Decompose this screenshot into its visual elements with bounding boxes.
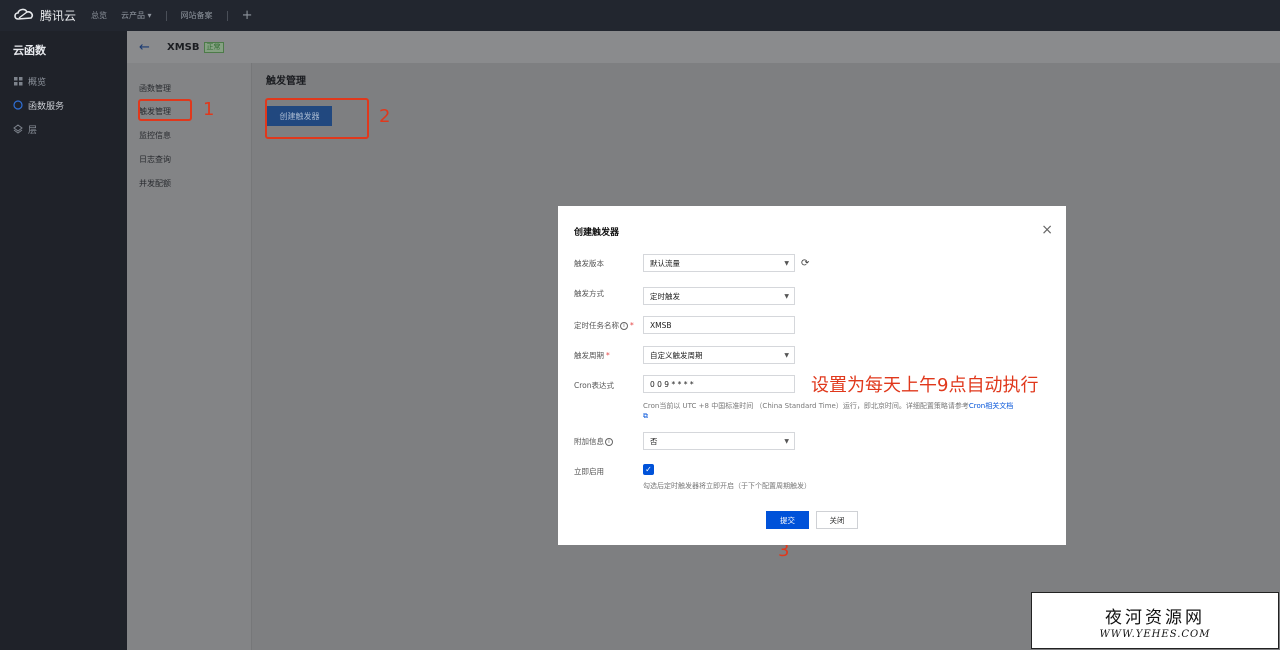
watermark-url: WWW.YEHES.COM <box>1099 629 1211 640</box>
grid-icon <box>13 76 23 86</box>
function-icon <box>13 100 23 110</box>
annotation-number-1: 1 <box>203 99 215 120</box>
nav-divider <box>165 10 167 21</box>
task-name-label: 定时任务名称 i * <box>574 320 634 331</box>
sidebar-item-functions[interactable]: 函数服务 <box>0 93 127 117</box>
extra-label-text: 附加信息 <box>574 437 604 446</box>
cron-input[interactable]: 0 0 9 * * * * <box>643 375 795 393</box>
watermark-logo: 夜河资源网 WWW.YEHES.COM <box>1031 592 1279 649</box>
refresh-icon[interactable]: ⟳ <box>801 258 809 269</box>
chevron-down-icon: ▼ <box>784 260 789 267</box>
nav-divider <box>226 10 228 21</box>
enable-checkbox[interactable]: ✓ <box>643 464 654 475</box>
task-name-value: XMSB <box>650 320 672 330</box>
cron-docs-link[interactable]: Cron相关文档 <box>969 402 1013 410</box>
version-label: 触发版本 <box>574 259 604 268</box>
version-value: 默认流量 <box>650 258 680 268</box>
annotation-number-2: 2 <box>379 106 391 127</box>
subnav-item-logs[interactable]: 日志查询 <box>139 154 171 165</box>
nav-products[interactable]: 云产品 ▾ <box>121 10 152 21</box>
sidebar-item-layers[interactable]: 层 <box>0 117 127 141</box>
function-name: XMSB <box>167 41 200 53</box>
brand-name: 腾讯云 <box>40 9 77 23</box>
back-arrow-icon[interactable]: ← <box>139 40 167 55</box>
enable-label: 立即启用 <box>574 467 604 476</box>
period-label: 触发周期 * <box>574 350 610 361</box>
required-mark: * <box>606 351 610 360</box>
sidebar-item-label: 层 <box>28 125 38 136</box>
sidebar-title: 云函数 <box>13 44 46 57</box>
submit-button[interactable]: 提交 <box>766 511 809 529</box>
period-value: 自定义触发周期 <box>650 350 703 360</box>
status-badge: 正常 <box>203 41 224 53</box>
function-header: ← XMSB 正常 <box>127 31 1280 63</box>
page-title: 触发管理 <box>266 76 306 87</box>
close-icon[interactable]: × <box>1041 222 1053 238</box>
annotation-cron-note: 设置为每天上午9点自动执行 <box>811 375 1039 396</box>
info-icon[interactable]: i <box>620 322 628 330</box>
required-mark: * <box>630 321 634 330</box>
sidebar-item-overview[interactable]: 概览 <box>0 69 127 93</box>
period-label-text: 触发周期 <box>574 351 604 360</box>
chevron-down-icon: ▼ <box>784 293 789 300</box>
annotation-box-1 <box>138 99 192 121</box>
cloud-logo-icon <box>13 7 35 24</box>
task-name-label-text: 定时任务名称 <box>574 321 619 330</box>
cron-value: 0 0 9 * * * * <box>650 379 694 389</box>
external-link-icon[interactable]: ⧉ <box>643 412 648 421</box>
cron-hint-text: Cron当前以 UTC +8 中国标准时间 （China Standard Ti… <box>643 402 969 410</box>
cron-hint: Cron当前以 UTC +8 中国标准时间 （China Standard Ti… <box>643 401 1013 411</box>
extra-select[interactable]: 否 ▼ <box>643 432 795 450</box>
dialog-title: 创建触发器 <box>574 228 620 238</box>
subnav-item-function-manage[interactable]: 函数管理 <box>139 83 171 94</box>
enable-hint: 勾选后定时触发器将立即开启（于下个配置周期触发） <box>643 482 811 490</box>
cancel-button[interactable]: 关闭 <box>816 511 858 529</box>
sidebar: 云函数 概览 函数服务 层 <box>0 31 127 650</box>
extra-label: 附加信息 i <box>574 436 613 447</box>
top-navbar: 腾讯云 总览 云产品 ▾ 网站备案 + <box>0 0 1280 31</box>
plus-icon[interactable]: + <box>242 8 253 23</box>
annotation-box-2 <box>265 98 369 139</box>
watermark-title: 夜河资源网 <box>1105 608 1205 628</box>
function-subnav: 函数管理 触发管理 监控信息 日志查询 并发配额 <box>127 63 252 650</box>
chevron-down-icon: ▼ <box>784 438 789 445</box>
extra-value: 否 <box>650 436 658 446</box>
sidebar-item-label: 概览 <box>28 77 47 88</box>
task-name-input[interactable]: XMSB <box>643 316 795 334</box>
layers-icon <box>13 124 23 134</box>
nav-overview[interactable]: 总览 <box>91 10 107 21</box>
chevron-down-icon: ▼ <box>784 352 789 359</box>
info-icon[interactable]: i <box>605 438 613 446</box>
sidebar-item-label: 函数服务 <box>28 101 65 112</box>
brand-logo[interactable]: 腾讯云 <box>13 7 91 24</box>
version-select[interactable]: 默认流量 ▼ <box>643 254 795 272</box>
subnav-item-concurrency[interactable]: 并发配额 <box>139 178 171 189</box>
top-nav: 总览 云产品 ▾ 网站备案 + <box>91 8 252 23</box>
period-select[interactable]: 自定义触发周期 ▼ <box>643 346 795 364</box>
subnav-item-monitor[interactable]: 监控信息 <box>139 130 171 141</box>
method-select[interactable]: 定时触发 ▼ <box>643 287 795 305</box>
method-label: 触发方式 <box>574 289 604 298</box>
method-value: 定时触发 <box>650 291 680 301</box>
cron-label: Cron表达式 <box>574 381 614 390</box>
nav-icp[interactable]: 网站备案 <box>181 10 213 21</box>
